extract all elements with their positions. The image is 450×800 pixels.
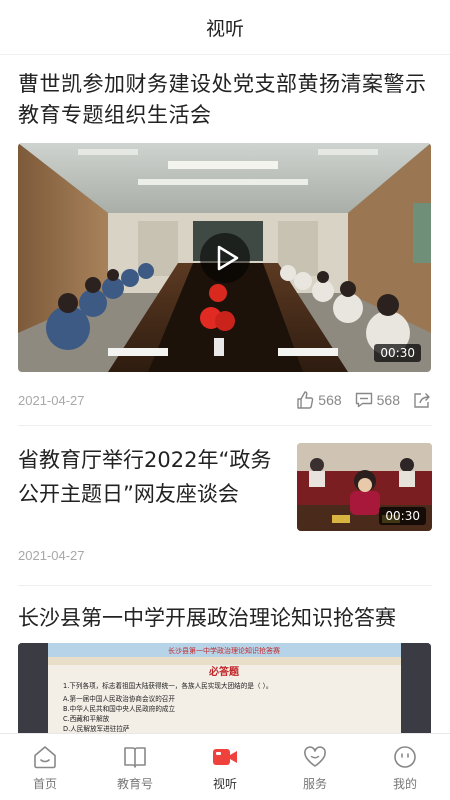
share-icon [414, 393, 430, 408]
heart-icon [304, 746, 326, 767]
share-button[interactable] [412, 390, 432, 410]
tab-label: 首页 [32, 777, 57, 791]
article-title[interactable]: 曹世凯参加财务建设处党支部黄扬清案警示教育专题组织生活会 [18, 69, 432, 131]
comment-button[interactable]: 568 [354, 390, 400, 410]
publish-date: 2021-04-27 [18, 392, 85, 408]
home-icon [34, 746, 56, 769]
tab-media[interactable]: 视听 [180, 734, 270, 800]
quiz-option: D.人民解放军进驻拉萨 [63, 724, 130, 733]
video-duration: 00:30 [379, 507, 426, 525]
video-feed[interactable]: 曹世凯参加财务建设处党支部黄扬清案警示教育专题组织生活会 00:30 2021-… [0, 55, 450, 733]
bottom-tab-bar: 首页 教育号 视听 服务 我的 [0, 733, 450, 800]
tab-label: 教育号 [116, 777, 153, 791]
quiz-question: 1.下列各项，标志着祖国大陆获得统一，各族人民实现大团结的是（ ）。 [63, 681, 273, 690]
quiz-heading: 必答题 [208, 665, 240, 678]
article-card[interactable]: 长沙县第一中学开展政治理论知识抢答赛 长沙县第一中学政治理论知识抢答赛 必答题 … [0, 587, 450, 733]
tab-label: 服务 [302, 777, 327, 791]
tab-service[interactable]: 服务 [270, 734, 360, 800]
like-button[interactable]: 568 [295, 390, 342, 410]
quiz-option: C.西藏和平解放 [63, 714, 110, 723]
tab-education[interactable]: 教育号 [90, 734, 180, 800]
comment-count: 568 [376, 392, 400, 408]
article-title[interactable]: 省教育厅举行2022年“政务公开主题日”网友座谈会 [18, 443, 280, 511]
comment-icon [355, 392, 372, 408]
publish-date: 2021-04-27 [18, 548, 85, 563]
book-icon [124, 747, 146, 768]
like-count: 568 [318, 392, 342, 408]
quiz-option: B.中华人民共和国中央人民政府的成立 [63, 704, 176, 713]
video-thumbnail[interactable]: 00:30 [297, 443, 432, 531]
page-title: 视听 [205, 17, 244, 40]
video-camera-icon [213, 749, 237, 765]
video-thumbnail[interactable]: 长沙县第一中学政治理论知识抢答赛 必答题 1.下列各项，标志着祖国大陆获得统一，… [18, 643, 431, 733]
video-duration: 00:30 [374, 344, 421, 362]
video-thumbnail[interactable]: 00:30 [18, 143, 431, 372]
article-title[interactable]: 长沙县第一中学开展政治理论知识抢答赛 [18, 603, 432, 633]
quiz-screen-image: 长沙县第一中学政治理论知识抢答赛 必答题 1.下列各项，标志着祖国大陆获得统一，… [18, 643, 431, 733]
tab-home[interactable]: 首页 [0, 734, 90, 800]
quiz-banner: 长沙县第一中学政治理论知识抢答赛 [168, 646, 280, 655]
tab-label: 我的 [392, 777, 417, 791]
tab-label: 视听 [212, 777, 237, 791]
play-icon[interactable] [199, 232, 250, 283]
article-meta: 2021-04-27 568 568 [18, 388, 432, 412]
divider [18, 585, 432, 586]
article-card[interactable]: 曹世凯参加财务建设处党支部黄扬清案警示教育专题组织生活会 00:30 2021-… [0, 55, 450, 420]
article-card[interactable]: 省教育厅举行2022年“政务公开主题日”网友座谈会 00:30 2021-04-… [0, 425, 450, 575]
tab-profile[interactable]: 我的 [360, 734, 450, 800]
quiz-option: A.第一届中国人民政治协商会议的召开 [63, 694, 175, 703]
header-bar: 视听 [0, 0, 450, 55]
thumbs-up-icon [297, 391, 314, 409]
profile-face-icon [394, 746, 416, 768]
